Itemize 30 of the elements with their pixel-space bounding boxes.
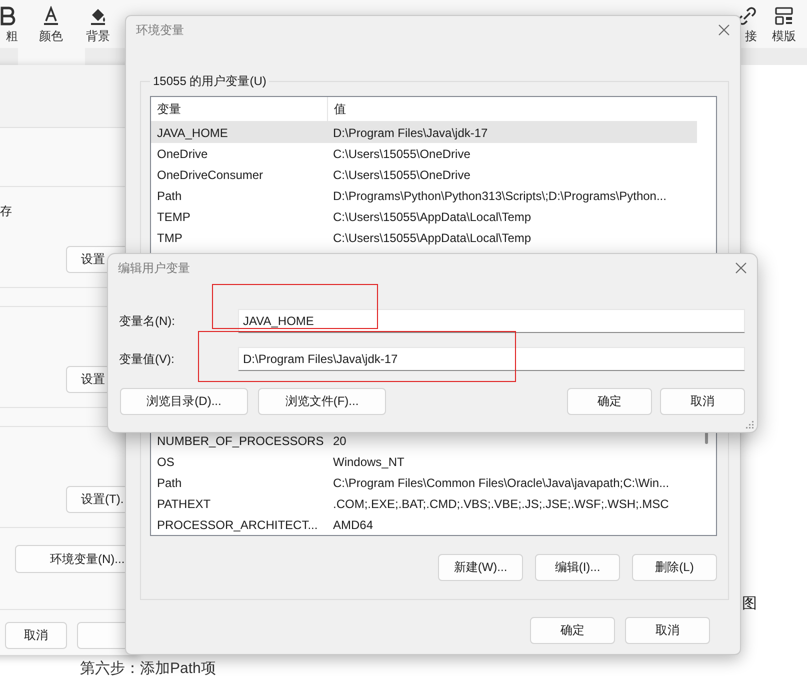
window-title: 环境变量 — [136, 22, 184, 38]
variable-name: OneDrive — [156, 146, 209, 160]
section-label: 存 — [0, 203, 12, 220]
variable-value: C:\Users\15055\OneDrive — [332, 146, 470, 160]
body-text: 图 — [742, 594, 757, 613]
group-label: 15055 的用户变量(U) — [152, 73, 268, 90]
variable-name: OS — [156, 454, 176, 468]
variable-name: OneDriveConsumer — [156, 168, 264, 182]
variable-value: 20 — [332, 434, 346, 448]
variable-value: .COM;.EXE;.BAT;.CMD;.VBS;.VBE;.JS;.JSE;.WSF;.WSH;.MSC — [332, 496, 669, 510]
field-label: 变量值(V): — [119, 350, 176, 368]
variable-name: TMP — [156, 230, 184, 244]
variable-name: NUMBER_OF_PROCESSORS — [156, 434, 325, 448]
variable-value: AMD64 — [332, 518, 374, 532]
variable-value: D:\Program Files\Java\jdk-17 — [332, 126, 488, 140]
variable-value: C:\Users\15055\OneDrive — [332, 168, 470, 182]
variable-value: Windows_NT — [332, 454, 404, 468]
variable-value: D:\Programs\Python\Python313\Scripts\;D:\Programs\Python... — [332, 188, 666, 202]
variable-name: PROCESSOR_ARCHITECT... — [156, 518, 319, 532]
variable-name: PATHEXT — [156, 496, 212, 510]
step-heading: 第六步：添加Path项 — [80, 660, 216, 678]
variable-value: C:\Users\15055\AppData\Local\Temp — [332, 210, 532, 224]
field-label: 变量名(N): — [119, 312, 176, 330]
variable-name: TEMP — [156, 210, 192, 224]
variable-name: JAVA_HOME — [156, 126, 229, 140]
window-title: 编辑用户变量 — [118, 260, 190, 276]
variable-name: Path — [156, 188, 183, 202]
variable-name: Path — [156, 476, 183, 490]
variable-value: C:\Program Files\Common Files\Oracle\Java\javapath;C:\Win... — [332, 476, 670, 490]
variable-value: C:\Users\15055\AppData\Local\Temp — [332, 230, 532, 244]
